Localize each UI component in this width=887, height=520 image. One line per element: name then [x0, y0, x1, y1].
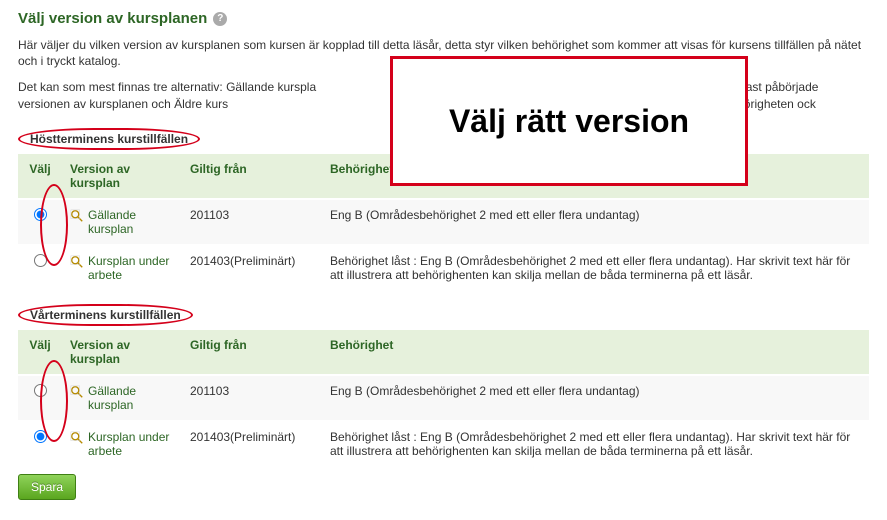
valid-from: 201103 [182, 199, 322, 245]
eligibility-text: Eng B (Områdesbehörighet 2 med ett eller… [322, 199, 869, 245]
kursplan-link[interactable]: Kursplan under arbete [70, 430, 174, 458]
table-row: Gällande kursplan 201103 Eng B (Områdesb… [18, 199, 869, 245]
section-title-autumn: Höstterminens kurstillfällen [18, 128, 200, 150]
help-icon[interactable]: ? [213, 12, 227, 26]
select-radio[interactable] [34, 384, 47, 397]
eligibility-text: Behörighet låst : Eng B (Områdesbehörigh… [322, 421, 869, 466]
table-row: Kursplan under arbete 201403(Preliminärt… [18, 245, 869, 290]
col-header-valid: Giltig från [182, 330, 322, 375]
kursplan-link[interactable]: Gällande kursplan [70, 384, 174, 412]
valid-from: 201103 [182, 375, 322, 421]
magnifier-icon [70, 255, 84, 269]
col-header-version: Version av kursplan [62, 330, 182, 375]
col-header-valid: Giltig från [182, 154, 322, 199]
spring-table: Välj Version av kursplan Giltig från Beh… [18, 330, 869, 466]
section-title-spring: Vårterminens kurstillfällen [18, 304, 193, 326]
overlay-annotation: Välj rätt version [390, 56, 748, 186]
kursplan-link-label: Gällande kursplan [88, 384, 174, 412]
col-header-eligibility: Behörighet [322, 330, 869, 375]
eligibility-text: Eng B (Områdesbehörighet 2 med ett eller… [322, 375, 869, 421]
eligibility-text: Behörighet låst : Eng B (Områdesbehörigh… [322, 245, 869, 290]
kursplan-link[interactable]: Kursplan under arbete [70, 254, 174, 282]
page-title: Välj version av kursplanen [18, 10, 207, 27]
valid-from: 201403(Preliminärt) [182, 245, 322, 290]
save-button[interactable]: Spara [18, 474, 76, 500]
kursplan-link[interactable]: Gällande kursplan [70, 208, 174, 236]
magnifier-icon [70, 209, 84, 223]
kursplan-link-label: Gällande kursplan [88, 208, 174, 236]
select-radio[interactable] [34, 254, 47, 267]
kursplan-link-label: Kursplan under arbete [88, 430, 174, 458]
kursplan-link-label: Kursplan under arbete [88, 254, 174, 282]
select-radio[interactable] [34, 208, 47, 221]
select-radio[interactable] [34, 430, 47, 443]
table-row: Gällande kursplan 201103 Eng B (Områdesb… [18, 375, 869, 421]
table-row: Kursplan under arbete 201403(Preliminärt… [18, 421, 869, 466]
magnifier-icon [70, 431, 84, 445]
valid-from: 201403(Preliminärt) [182, 421, 322, 466]
col-header-version: Version av kursplan [62, 154, 182, 199]
col-header-select: Välj [18, 154, 62, 199]
magnifier-icon [70, 385, 84, 399]
col-header-select: Välj [18, 330, 62, 375]
